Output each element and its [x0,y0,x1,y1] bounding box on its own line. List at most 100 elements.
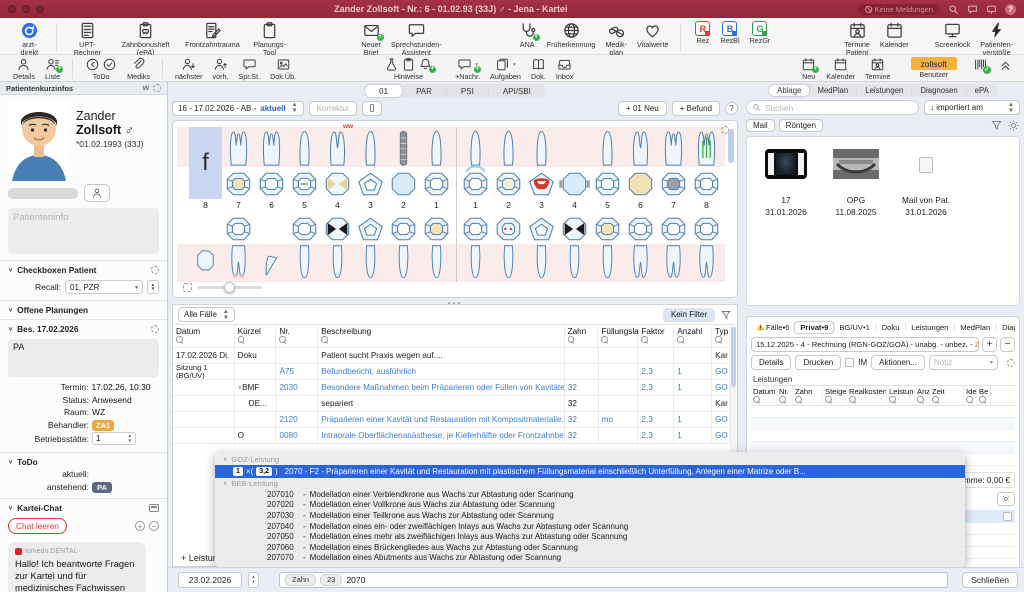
tooth-root-upper[interactable] [222,127,255,167]
tooth-root-lower[interactable] [420,244,453,282]
tooth-root[interactable] [492,244,525,282]
search-icon[interactable] [677,336,684,343]
billing-tab-leistungen[interactable]: Leistungen [906,322,953,333]
tooth-root[interactable] [657,127,690,167]
suggestion-item-207050[interactable]: 207050-Modellation eines mehr als zweifl… [215,531,965,542]
tooth-root-lower[interactable] [321,244,354,282]
toolbar-item-planungs-tool[interactable]: Planungs-Tool [250,21,290,57]
tooth-root[interactable] [354,127,387,167]
tooth-root-lower[interactable] [459,244,492,282]
chat-clear-button[interactable]: Chat leeren [8,518,67,534]
tooth-root-lower[interactable] [387,244,420,282]
search-icon[interactable] [568,336,575,343]
tooth-crown[interactable] [492,214,525,244]
search-icon[interactable] [641,336,648,343]
tooth-crown[interactable] [459,214,492,244]
details-button[interactable]: Details [751,355,791,370]
tooth-crown-lower[interactable] [321,212,354,244]
toolbar-item-mediks[interactable]: Mediks [127,57,150,81]
tooth-crown-lower[interactable] [558,212,591,244]
toolbar-item-nächster[interactable]: nächster [175,57,203,81]
toolbar-item-screenlock[interactable]: Screenlock [935,21,971,49]
billing-tab-privat[interactable]: Privat•9 [794,321,834,334]
toolbar-item-termine[interactable]: Termine [865,57,891,81]
tooth-crown[interactable] [222,169,255,199]
tooth-root-lower[interactable] [591,244,624,282]
toolbar-item-inbox[interactable]: Inbox [556,57,574,81]
chat-bubble-icon[interactable] [967,4,978,15]
entry-date-field[interactable]: 23.02.2026 [178,572,242,588]
tooth-crown-lower[interactable] [420,212,453,244]
tooth-crown[interactable] [321,214,354,244]
tooth-chart[interactable]: 8765432112345678fww [172,120,738,298]
suggestion-item-207020[interactable]: 207020-Modellation einer Vollkrone aus W… [215,500,965,511]
more-options-icon[interactable] [151,266,159,274]
toolbar-item-rez[interactable]: RRez [695,21,710,45]
toolbar-item-patienten-verstö-e[interactable]: Patienten- verstöße [980,21,1013,57]
ablage-search-input[interactable]: Suchen [746,100,919,115]
current-user-chip[interactable]: zollsoft [911,57,957,70]
toolbar-item-hinweise[interactable]: +Hinweise [384,57,433,81]
tooth-crown-lower[interactable] [354,212,387,244]
tooth-root[interactable] [321,127,354,167]
document-item-17[interactable]: 1731.01.2026 [755,149,817,217]
settings-button[interactable] [997,492,1015,506]
tooth-crown[interactable] [459,169,492,199]
ablage-sort-select[interactable]: ↓ importiert am▲▼ [924,100,1020,115]
tooth-root[interactable] [624,244,657,282]
tooth-root[interactable] [288,127,321,167]
toolbar-item-chev2up[interactable] [998,57,1013,72]
toolbar-item-kalender[interactable]: Kalender [826,57,855,81]
column-header-faktor[interactable]: Faktor [638,326,674,347]
table-row[interactable]: O0080Intraorale Oberflächenanästhesie, j… [173,428,730,444]
leistung-entry-input[interactable]: Zahn 23 2070 [279,572,948,588]
help-button[interactable]: ? [725,102,738,115]
search-icon[interactable] [979,396,986,403]
toolbar-item-dok-üb[interactable]: Dok.Üb. [270,57,296,81]
date-stepper[interactable]: ▲▼ [248,572,259,588]
tooth-crown-upper[interactable] [657,167,690,199]
goz-group-header[interactable]: ∨GOZ-Leistung [215,454,965,465]
tooth-crown-lower[interactable] [591,212,624,244]
tooth-crown[interactable] [558,214,591,244]
tooth-crown-lower[interactable] [525,212,558,244]
column-header-realkosten[interactable]: Realkosten [847,386,887,405]
toolbar-item-todo[interactable]: ToDo [85,57,117,81]
tooth-root-lower[interactable] [189,244,222,282]
search-icon[interactable] [779,396,786,403]
tooth-root-upper[interactable] [420,127,453,167]
column-header-leistung[interactable]: Leistung: [887,386,915,405]
tag-filter-röntgen[interactable]: Röntgen [779,119,823,132]
aktionen-button[interactable]: Aktionen... [871,355,925,370]
tooth-root-lower[interactable] [354,244,387,282]
tooth-crown[interactable] [354,169,387,199]
tooth-crown-lower[interactable] [657,212,690,244]
beb-group-header[interactable]: ∨BEB-Leistung [215,478,965,489]
tooth-root[interactable] [387,244,420,282]
toolbar-item-frontzahntrauma[interactable]: Frontzahntrauma [185,21,240,49]
tooth-crown[interactable] [624,169,657,199]
search-icon[interactable] [917,396,924,403]
tooth-root-upper[interactable] [387,127,420,167]
tooth-root[interactable] [189,244,222,282]
tooth-root-lower[interactable] [492,244,525,282]
tag-filter-mail[interactable]: Mail [746,119,775,132]
tooth-crown-upper[interactable] [624,167,657,199]
window-controls[interactable] [8,5,44,13]
suggestion-item-207030[interactable]: 207030-Modellation einer Teilkrone aus W… [215,510,965,521]
minimize-window-button[interactable] [22,5,30,13]
ablage-tab-leistungen[interactable]: Leistungen [857,85,912,96]
search-icon[interactable] [753,396,760,403]
tooth-crown[interactable] [690,169,723,199]
tooth-root[interactable] [222,244,255,282]
tab-01[interactable]: 01 [365,85,402,97]
add-invoice-button[interactable]: + [982,337,997,352]
column-header-nr[interactable]: Nr. [276,326,318,347]
tab-par[interactable]: PAR [402,85,447,97]
tooth-root-upper[interactable] [255,127,288,167]
toolbar-item-arzt-direkt[interactable]: arzt-direkt [15,21,44,57]
tooth-crown[interactable] [420,169,453,199]
invoice-select[interactable]: 15.12.2025 - 4 - Rechnung (RGN-GOZ/GOÄ) … [751,337,979,352]
tooth-root-upper[interactable] [492,127,525,167]
column-header-füllungsla[interactable]: Füllungsla [598,326,638,347]
